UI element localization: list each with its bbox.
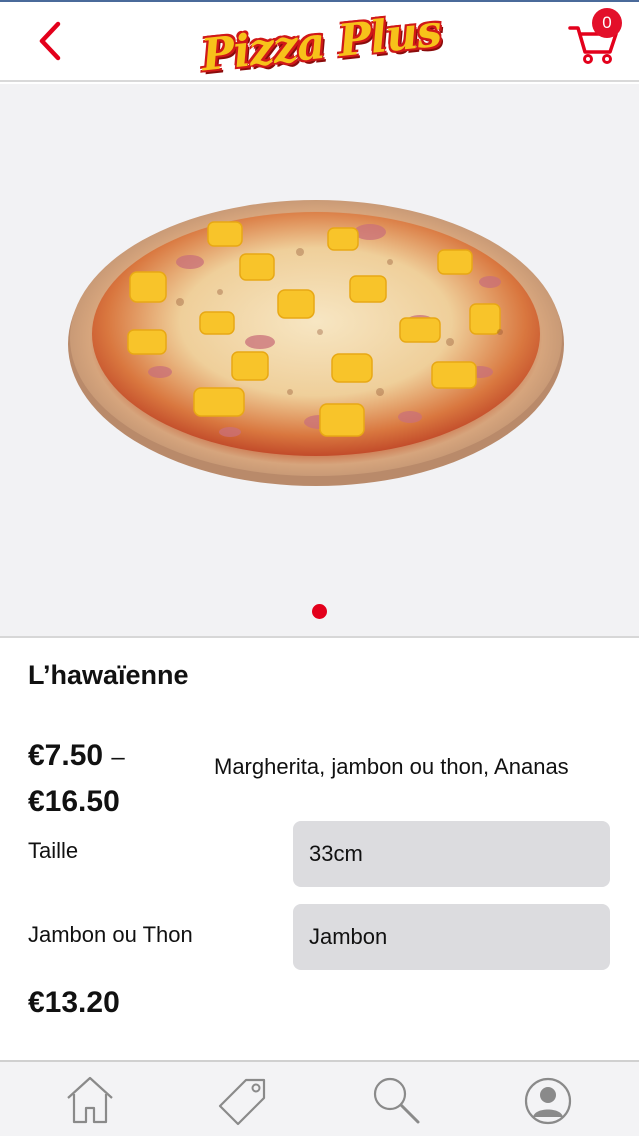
tab-search[interactable]: [368, 1074, 424, 1128]
chevron-left-icon: [39, 21, 61, 61]
ham-or-tuna-select-value: Jambon: [309, 924, 388, 949]
price-range: €7.50 – €16.50: [28, 734, 188, 824]
pizza-plus-logo[interactable]: Pizza Plus: [196, 5, 446, 81]
back-button[interactable]: [30, 18, 76, 64]
size-label: Taille: [28, 838, 79, 863]
carousel-page-dot[interactable]: [312, 604, 327, 619]
tab-profile[interactable]: [520, 1074, 576, 1128]
price-max: €16.50: [28, 785, 120, 818]
size-select[interactable]: 33cm: [293, 821, 610, 887]
product-name: L’hawaïenne: [28, 660, 189, 690]
top-accent-line: [0, 0, 639, 2]
tab-offers[interactable]: [216, 1074, 272, 1128]
tag-icon: [218, 1078, 266, 1126]
tab-home[interactable]: [62, 1074, 118, 1128]
cart-count-badge: 0: [592, 8, 622, 38]
pizza-photo: [68, 200, 564, 486]
product-description: Margherita, jambon ou thon, Ananas: [214, 754, 569, 779]
profile-icon: [524, 1077, 572, 1125]
bottom-tab-bar: [0, 1060, 639, 1136]
home-icon: [67, 1076, 113, 1124]
size-select-value: 33cm: [309, 841, 363, 866]
total-price: €13.20: [28, 986, 120, 1019]
product-details: L’hawaïenne €7.50 – €16.50 Margherita, j…: [0, 640, 639, 1060]
top-app-bar: Pizza Plus 0: [0, 0, 639, 82]
logo-text: Pizza Plus: [198, 5, 444, 81]
search-icon: [373, 1077, 420, 1124]
price-separator: –: [111, 744, 125, 771]
ham-or-tuna-label: Jambon ou Thon: [28, 922, 193, 947]
ham-or-tuna-select[interactable]: Jambon: [293, 904, 610, 970]
price-min: €7.50: [28, 739, 104, 772]
product-image-carousel[interactable]: [0, 84, 639, 638]
